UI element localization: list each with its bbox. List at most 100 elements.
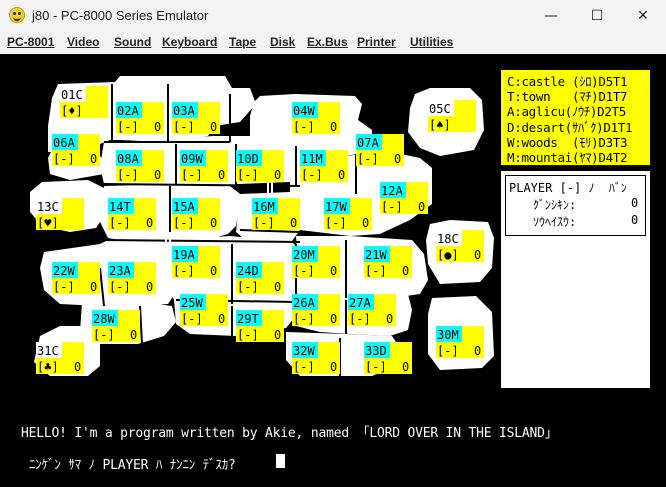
territory-20m[interactable]: 20M [-] 0 xyxy=(292,246,340,278)
territory-code: 32W xyxy=(293,344,315,358)
territory-owner: [-] xyxy=(117,168,139,182)
territory-01c[interactable]: 01C [♦] xyxy=(60,86,108,118)
territory-17w[interactable]: 17W [-] 0 xyxy=(324,198,372,230)
territory-owner: [-] xyxy=(237,280,259,294)
territory-25w[interactable]: 25W [-] 0 xyxy=(180,294,228,326)
troop-count-value: 0 xyxy=(631,213,639,227)
territory-owner: [-] xyxy=(293,120,315,134)
territory-troops: 0 xyxy=(210,216,217,230)
territory-troops: 0 xyxy=(362,216,369,230)
territory-owner: [-] xyxy=(173,216,195,230)
territory-24d[interactable]: 24D [-] 0 xyxy=(236,262,284,294)
maximize-button[interactable]: ☐ xyxy=(574,0,620,32)
territory-code: 10D xyxy=(237,152,259,166)
territory-32w[interactable]: 32W [-] 0 xyxy=(292,342,340,374)
troop-count-label: ｿｳﾍｲｽｳ: xyxy=(533,215,577,229)
player-count-prompt: ﾆﾝｹﾞﾝ ｻﾏ ﾉ PLAYER ﾊ ﾅﾝﾆﾝ ﾃﾞｽｶ? xyxy=(29,458,236,473)
territory-26a[interactable]: 26A [-] 0 xyxy=(292,294,340,326)
island-map: 01C[♦] 02A[-] 003A[-] 004W[-] 005C[♠]06A[-] 0… xyxy=(30,76,494,376)
territory-05c[interactable]: 05C [♠] xyxy=(428,100,476,132)
title-bar: j80 - PC-8000 Series Emulator — ☐ ✕ xyxy=(0,0,666,33)
territory-18c[interactable]: 18C [●] 0 xyxy=(436,230,484,262)
territory-owner: [-] xyxy=(109,216,131,230)
territory-code: 01C xyxy=(61,88,83,102)
menu-pc8001[interactable]: PC-8001 xyxy=(7,35,54,49)
territory-owner: [-] xyxy=(437,344,459,358)
territory-troops: 0 xyxy=(218,312,225,326)
territory-troops: 0 xyxy=(130,328,137,342)
territory-08a[interactable]: 08A [-] 0 xyxy=(116,150,164,182)
territory-owner: [♥] xyxy=(37,216,59,230)
menu-exbus[interactable]: Ex.Bus xyxy=(307,35,348,49)
territory-19a[interactable]: 19A [-] 0 xyxy=(172,246,220,278)
territory-code: 12A xyxy=(381,184,403,198)
territory-owner: [-] xyxy=(293,312,315,326)
territory-code: 11M xyxy=(301,152,323,166)
territory-troops: 0 xyxy=(394,152,401,166)
territory-28w[interactable]: 28W [-] 0 xyxy=(92,310,140,342)
territory-code: 17W xyxy=(325,200,347,214)
territory-owner: [-] xyxy=(253,216,275,230)
territory-troops: 0 xyxy=(274,280,281,294)
territory-troops: 0 xyxy=(402,264,409,278)
territory-31c[interactable]: 31C [♣] 0 xyxy=(36,342,84,374)
territory-field xyxy=(62,198,84,230)
territory-07a[interactable]: 07A [-] 0 xyxy=(356,134,404,166)
territory-15a[interactable]: 15A [-] 0 xyxy=(172,198,220,230)
territory-owner: [-] xyxy=(181,168,203,182)
smiley-icon xyxy=(9,7,25,23)
menu-sound[interactable]: Sound xyxy=(114,35,151,49)
territory-code: 24D xyxy=(237,264,259,278)
territory-02a[interactable]: 02A [-] 0 xyxy=(116,102,164,134)
territory-33d[interactable]: 33D [-] 0 xyxy=(364,342,412,374)
territory-13c[interactable]: 13C [♥] xyxy=(36,198,84,230)
territory-troops: 0 xyxy=(290,216,297,230)
territory-29t[interactable]: 29T [-] 0 xyxy=(236,310,284,342)
greeting-message: HELLO! I'm a program written by Akie, na… xyxy=(21,426,558,441)
territory-09w[interactable]: 09W [-] 0 xyxy=(180,150,228,182)
territory-03a[interactable]: 03A [-] 0 xyxy=(172,102,220,134)
territory-12a[interactable]: 12A [-] 0 xyxy=(380,182,428,214)
territory-troops: 0 xyxy=(90,152,97,166)
minimize-button[interactable]: — xyxy=(528,0,574,32)
territory-30m[interactable]: 30M [-] 0 xyxy=(436,326,484,358)
territory-22w[interactable]: 22W [-] 0 xyxy=(52,262,100,294)
territory-owner: [-] xyxy=(53,152,75,166)
territory-27a[interactable]: 27A [-] 0 xyxy=(348,294,396,326)
window-title: j80 - PC-8000 Series Emulator xyxy=(32,8,209,23)
territory-23a[interactable]: 23A [-] 0 xyxy=(108,262,156,294)
menu-utilities[interactable]: Utilities xyxy=(410,35,453,49)
menu-printer[interactable]: Printer xyxy=(357,35,396,49)
territory-04w[interactable]: 04W [-] 0 xyxy=(292,102,340,134)
territory-11m[interactable]: 11M [-] 0 xyxy=(300,150,348,182)
emulator-screen[interactable]: 01C [♦] 02A [-] 0 03A [-] 0 04W [-] 0 05C [♠] 06A [-] 0… xyxy=(0,54,666,487)
territory-16m[interactable]: 16M [-] 0 xyxy=(252,198,300,230)
menu-video[interactable]: Video xyxy=(67,35,99,49)
territory-10d[interactable]: 10D [-] 0 xyxy=(236,150,284,182)
territory-owner: [-] xyxy=(173,120,195,134)
territory-code: 19A xyxy=(173,248,195,262)
menu-tape[interactable]: Tape xyxy=(229,35,256,49)
territory-owner: [-] xyxy=(237,168,259,182)
menu-bar: PC-8001 Video Sound Keyboard Tape Disk E… xyxy=(0,32,666,54)
territory-code: 26A xyxy=(293,296,315,310)
territory-code: 22W xyxy=(53,264,75,278)
territory-code: 06A xyxy=(53,136,75,150)
territory-code: 04W xyxy=(293,104,315,118)
military-funds-label: ｸﾞﾝｼｷﾝ: xyxy=(533,198,577,212)
territory-troops: 0 xyxy=(418,200,425,214)
menu-disk[interactable]: Disk xyxy=(270,35,295,49)
territory-owner: [-] xyxy=(381,200,403,214)
territory-14t[interactable]: 14T [-] 0 xyxy=(108,198,156,230)
territory-code: 20M xyxy=(293,248,315,262)
menu-keyboard[interactable]: Keyboard xyxy=(162,35,217,49)
territory-troops: 0 xyxy=(338,168,345,182)
close-button[interactable]: ✕ xyxy=(620,0,666,32)
territory-owner: [-] xyxy=(293,360,315,374)
territory-code: 29T xyxy=(237,312,259,326)
territory-06a[interactable]: 06A [-] 0 xyxy=(52,134,100,166)
territory-field xyxy=(86,86,108,118)
territory-21w[interactable]: 21W [-] 0 xyxy=(364,246,412,278)
territory-troops: 0 xyxy=(146,216,153,230)
territory-owner: [-] xyxy=(93,328,115,342)
